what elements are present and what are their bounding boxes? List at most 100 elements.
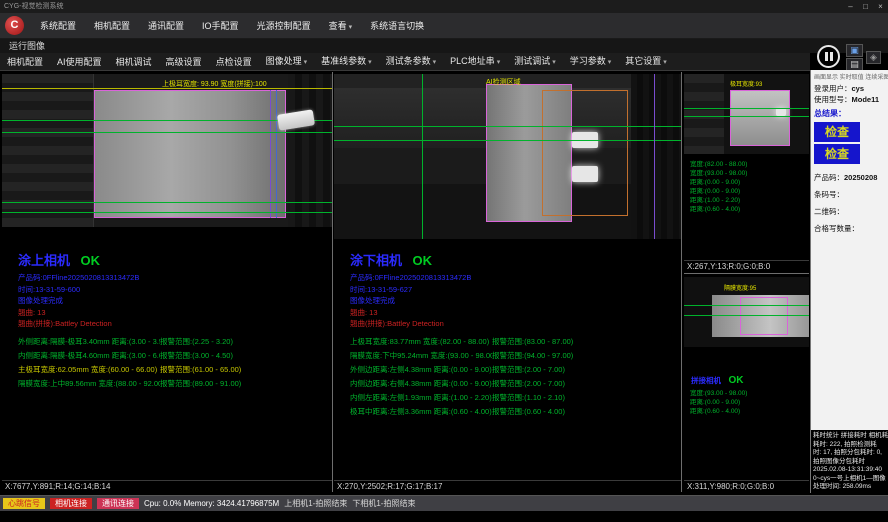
tab-item[interactable]: 点检设置: [209, 53, 259, 71]
result-text-upper: 涂上相机 OK 产品码:0FFline2025020813313472B 时间:…: [2, 252, 332, 391]
measurement-row: 极耳中距离:左侧3.36mm 距离:(0.60 - 4.00) 报警范围:(0.…: [334, 405, 681, 419]
measurement-value: 内侧边距离:右侧4.38mm 距离:(0.00 - 9.00): [334, 377, 492, 391]
product-code-label: 产品码：: [814, 173, 844, 182]
camera-result-title: 拼接相机 OK: [684, 373, 743, 385]
camera-image-side-bottom[interactable]: 隔膜宽度:95: [684, 277, 809, 347]
barcode-label: 条码号：: [814, 189, 885, 200]
tab-item[interactable]: 图像处理▾: [259, 52, 315, 72]
stats-line: 拍照图像分包耗时: [813, 458, 886, 467]
stats-line: 耗时: 222, 拍照检测耗: [813, 441, 886, 450]
pause-button[interactable]: [817, 45, 840, 68]
camera-result-title: 涂下相机 OK: [334, 252, 681, 269]
camera-panel-lower: AI检测区域 涂下相机 OK 产品码:0FFline20250208133134…: [334, 72, 681, 492]
time-line: 时间:13-31-59-627: [334, 284, 681, 296]
camera-image-upper[interactable]: 上极耳宽度: 93.90 宽度(拼接):100: [2, 74, 332, 227]
window-title: CYG-视觉检测系统: [4, 0, 64, 13]
cpu-memory-status: Cpu: 0.0% Memory: 3424.41796875M: [144, 499, 279, 508]
camera-capture-button[interactable]: ▣: [846, 44, 863, 57]
menu-item[interactable]: 通讯配置: [139, 13, 193, 38]
count-label: 合格写数量：: [814, 223, 885, 234]
measurement-rows: 上极耳宽度:83.77mm 宽度:(82.00 - 88.00) 报警范围:(8…: [334, 335, 681, 419]
product-code-line: 产品码:0FFline2025020813313472B: [334, 272, 681, 284]
warp-splice-line: 翘曲(拼接):Battley Detection: [334, 318, 681, 330]
lower-camera-status: 下相机1-拍照结束: [352, 498, 415, 509]
measurement-value: 隔膜宽度:上中89.56mm 宽度:(88.00 - 92.00): [2, 377, 160, 391]
heartbeat-status-badge: 心跳信号: [3, 498, 45, 509]
measurement-row: 内侧左距离:左侧1.93mm 距离:(1.00 - 2.20) 报警范围:(1.…: [334, 391, 681, 405]
chevron-down-icon: ▾: [368, 59, 372, 66]
tab-item[interactable]: PLC地址串▾: [443, 52, 507, 72]
stats-line: 2025.02.08-13:31:39:40: [813, 466, 886, 475]
measure-line: [422, 74, 423, 239]
pause-icon: [825, 52, 828, 61]
chevron-down-icon: ▾: [433, 59, 437, 66]
menu-item[interactable]: 查看▾: [320, 13, 362, 38]
upper-camera-status: 上相机1-拍照结束: [284, 498, 347, 509]
maximize-button[interactable]: □: [858, 0, 873, 13]
camera-name: 涂下相机: [350, 253, 402, 268]
measurement-row: 隔膜宽度:上中89.56mm 宽度:(88.00 - 92.00) 报警范围:(…: [2, 377, 332, 391]
measurement-row: 内侧边距离:右侧4.38mm 距离:(0.00 - 9.00) 报警范围:(2.…: [334, 377, 681, 391]
window-controls: – □ ×: [843, 0, 888, 13]
measurement-line: 距离:(0.00 - 9.00): [684, 187, 809, 196]
menu-item[interactable]: 系统配置: [31, 13, 85, 38]
overlay-label: 极耳宽度:93: [730, 79, 762, 88]
menu-item[interactable]: 光源控制配置: [248, 13, 320, 38]
pixel-coords-upper: X:7677,Y:891;R:14;G:14;B:14: [2, 480, 332, 492]
camera-result-title: 涂上相机 OK: [2, 252, 332, 269]
reflection-highlight: [776, 108, 786, 116]
camera-image-side-top[interactable]: 极耳宽度:93: [684, 74, 809, 154]
camera-name: 拼接相机: [691, 376, 721, 385]
product-code-line: 产品码:0FFline2025020813313472B: [2, 272, 332, 284]
alarm-range: 报警范围:(94.00 - 97.00): [492, 349, 681, 363]
measurement-value: 隔膜宽度:下中95.24mm 宽度:(93.00 - 98.00): [334, 349, 492, 363]
status-bar: 心跳信号 相机连接 通讯连接 Cpu: 0.0% Memory: 3424.41…: [0, 496, 888, 511]
tab-item[interactable]: AI使用配置: [50, 53, 109, 71]
overlay-line: [270, 90, 271, 218]
tab-item[interactable]: 相机配置: [0, 53, 50, 71]
electrode-region: [94, 90, 286, 218]
measurement-value: 内侧距离:隔膜-极耳4.60mm 距离:(3.00 - 6.00): [2, 349, 160, 363]
tab-item[interactable]: 测试调试▾: [507, 52, 563, 72]
settings-icon: ◈: [870, 52, 877, 62]
tab-item[interactable]: 其它设置▾: [618, 52, 674, 72]
warp-line: 翘曲: 13: [2, 307, 332, 319]
info-side-panel: 画面显示 实时取值 连续采图 登录用户：cys 使用型号：Mode11 总结果：…: [810, 70, 888, 430]
tab-item[interactable]: 测试条参数▾: [379, 52, 444, 72]
settings-small-button[interactable]: ◈: [866, 51, 881, 64]
detection-roi-box: [740, 297, 788, 335]
pixel-coords-side-top: X:267,Y:13;R:0;G:0;B:0: [684, 260, 809, 272]
measure-line: [684, 315, 809, 316]
measurement-row: 内侧距离:隔膜-极耳4.60mm 距离:(3.00 - 6.00) 报警范围:(…: [2, 349, 332, 363]
measurement-value: 主极耳宽度:62.05mm 宽度:(60.00 - 66.00): [2, 363, 160, 377]
menu-item[interactable]: 系统语言切换: [361, 13, 433, 38]
stats-line: 0~cys一号上相机1—图像: [813, 475, 886, 484]
menu-item[interactable]: 相机配置: [85, 13, 139, 38]
alarm-range: 报警范围:(83.00 - 87.00): [492, 335, 681, 349]
login-user-label: 登录用户：: [814, 84, 852, 93]
machinery-background: [684, 74, 724, 154]
close-button[interactable]: ×: [873, 0, 888, 13]
result-status-blocks: 检查 检查: [814, 122, 885, 164]
panel-divider: [684, 273, 809, 274]
menu-item[interactable]: IO手配置: [193, 13, 248, 38]
tab-item[interactable]: 高级设置: [159, 53, 209, 71]
app-window: CYG-视觉检测系统 – □ × C 系统配置 相机配置 通讯配置 IO手配置 …: [0, 0, 888, 522]
login-user-value: cys: [852, 84, 865, 93]
alarm-range: 报警范围:(2.00 - 7.00): [492, 377, 681, 391]
measure-line: [2, 202, 332, 203]
measurement-line: 宽度:(93.00 - 98.00): [684, 169, 809, 178]
result-status-block: 检查: [814, 144, 860, 164]
tab-item[interactable]: 基准线参数▾: [314, 52, 379, 72]
camera-panel-upper: 上极耳宽度: 93.90 宽度(拼接):100 涂上相机 OK 产品码:0FFl…: [2, 72, 332, 492]
measurement-line: 宽度:(93.00 - 98.00): [684, 389, 809, 398]
overlay-label: 隔膜宽度:95: [724, 283, 756, 292]
minimize-button[interactable]: –: [843, 0, 858, 13]
tab-item[interactable]: 学习参数▾: [563, 52, 619, 72]
alarm-range: 报警范围:(0.60 - 4.00): [492, 405, 681, 419]
tab-item[interactable]: 相机调试: [109, 53, 159, 71]
process-done-line: 图像处理完成: [334, 295, 681, 307]
measurement-line: 距离:(0.00 - 9.00): [684, 398, 809, 407]
camera-image-lower[interactable]: AI检测区域: [334, 74, 681, 239]
model-row: 使用型号：Mode11: [814, 94, 885, 105]
